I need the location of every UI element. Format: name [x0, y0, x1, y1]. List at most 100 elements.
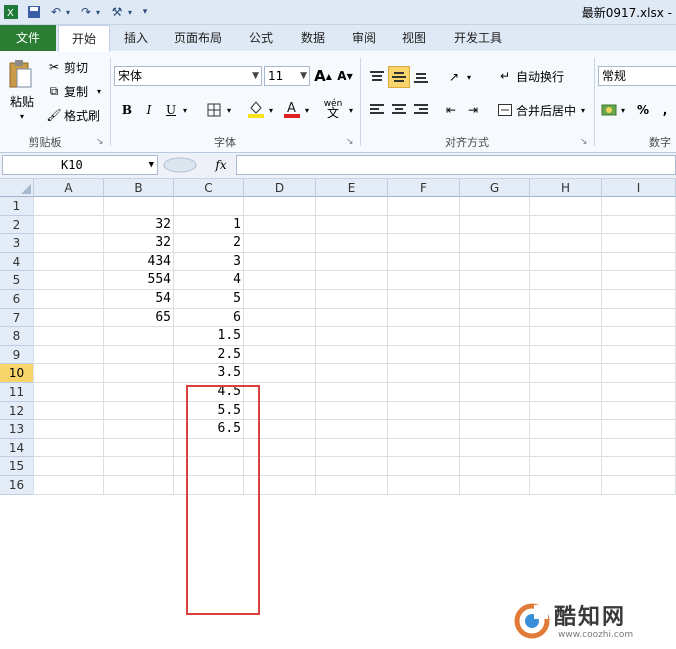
cell-b[interactable]: 54 [104, 290, 174, 309]
font-color-icon[interactable]: A [282, 98, 302, 120]
cell-b[interactable]: 434 [104, 253, 174, 272]
font-color-dropdown-icon[interactable]: ▾ [302, 100, 312, 120]
undo-icon[interactable]: ↶ [48, 3, 64, 21]
column-header-b[interactable]: B [104, 179, 174, 197]
tools-icon[interactable]: ⚒ [108, 3, 126, 21]
font-launcher-icon[interactable]: ↘ [346, 137, 354, 147]
border-icon[interactable] [204, 100, 224, 120]
row-header[interactable]: 7 [0, 308, 34, 328]
tab-insert[interactable]: 插入 [116, 25, 156, 51]
row-header[interactable]: 5 [0, 271, 34, 290]
spreadsheet-grid[interactable]: A B C D E F G H I 1 2 32 1 3 32 2 4 434 3 5 554 4 6 54… [0, 179, 676, 640]
phonetic-dropdown-icon[interactable]: ▾ [346, 100, 356, 120]
comma-style-button[interactable]: , [656, 100, 674, 120]
align-bottom-icon[interactable] [410, 66, 432, 88]
cell-b[interactable]: 32 [104, 234, 174, 253]
tab-file[interactable]: 文件 [0, 25, 56, 51]
redo-dropdown-icon[interactable]: ▾ [94, 3, 102, 21]
align-top-icon[interactable] [366, 66, 388, 88]
tab-data[interactable]: 数据 [292, 25, 334, 51]
percent-style-button[interactable]: % [634, 100, 652, 120]
cell-c[interactable]: 1 [174, 216, 244, 235]
underline-dropdown-icon[interactable]: ▾ [180, 100, 190, 120]
save-icon[interactable] [26, 3, 42, 21]
italic-button[interactable]: I [140, 100, 158, 120]
cell-b[interactable] [104, 476, 174, 495]
cell-b[interactable] [104, 197, 174, 216]
align-center-icon[interactable] [390, 100, 408, 120]
cell-b[interactable] [104, 327, 174, 346]
underline-button[interactable]: U [162, 100, 180, 120]
row-header[interactable]: 1 [0, 197, 34, 216]
cut-button[interactable]: 剪切 [64, 58, 96, 76]
cell-c[interactable]: 2.5 [174, 346, 244, 365]
column-header-g[interactable]: G [460, 179, 530, 197]
row-header[interactable]: 14 [0, 438, 34, 458]
copy-button[interactable]: 复制 [64, 82, 96, 100]
redo-icon[interactable]: ↷ [78, 3, 94, 21]
cell-b[interactable] [104, 364, 174, 383]
tab-page-layout[interactable]: 页面布局 [166, 25, 230, 51]
row-header[interactable]: 15 [0, 457, 34, 476]
cell-c[interactable] [174, 197, 244, 216]
column-header-a[interactable]: A [34, 179, 104, 197]
bold-button[interactable]: B [118, 100, 136, 120]
tools-dropdown-icon[interactable]: ▾ [126, 3, 134, 21]
cell-b[interactable]: 65 [104, 309, 174, 328]
tab-home[interactable]: 开始 [58, 25, 110, 53]
wrap-text-button[interactable]: 自动换行 [516, 66, 576, 86]
column-header-d[interactable]: D [244, 179, 316, 197]
row-header[interactable]: 8 [0, 327, 34, 346]
row-header[interactable]: 12 [0, 401, 34, 421]
name-box[interactable]: K10 ▼ [2, 155, 158, 175]
cell-b[interactable] [104, 346, 174, 365]
cell-c[interactable]: 2 [174, 234, 244, 253]
select-all-button[interactable] [0, 179, 34, 197]
formula-input[interactable] [236, 155, 676, 175]
row-header[interactable]: 2 [0, 215, 34, 235]
cell-c[interactable]: 3.5 [174, 364, 244, 383]
phonetic-guide-button[interactable]: wén 文 [320, 98, 346, 120]
alignment-launcher-icon[interactable]: ↘ [580, 137, 588, 147]
align-left-icon[interactable] [368, 100, 386, 120]
cell-c[interactable]: 1.5 [174, 327, 244, 346]
row-header[interactable]: 16 [0, 476, 34, 495]
decrease-indent-icon[interactable]: ⇤ [442, 100, 460, 120]
tab-review[interactable]: 审阅 [344, 25, 384, 51]
increase-indent-icon[interactable]: ⇥ [464, 100, 482, 120]
cell-c[interactable]: 3 [174, 253, 244, 272]
border-dropdown-icon[interactable]: ▾ [224, 100, 234, 120]
column-header-f[interactable]: F [388, 179, 460, 197]
align-right-icon[interactable] [412, 100, 430, 120]
chevron-down-icon[interactable]: ▼ [149, 156, 154, 174]
customize-toolbar-icon[interactable]: ▾ [140, 3, 150, 21]
column-header-e[interactable]: E [316, 179, 388, 197]
row-header[interactable]: 11 [0, 383, 34, 402]
merge-dropdown-icon[interactable]: ▾ [578, 100, 588, 120]
column-header-c[interactable]: C [174, 179, 244, 197]
row-header[interactable]: 13 [0, 420, 34, 439]
clipboard-launcher-icon[interactable]: ↘ [96, 137, 104, 147]
align-middle-icon[interactable] [388, 66, 410, 88]
cell-c[interactable]: 4 [174, 271, 244, 290]
paste-button[interactable]: 粘贴 [6, 92, 38, 110]
orientation-icon[interactable]: ↗ [444, 66, 464, 88]
merge-center-button[interactable]: 合并后居中 [516, 100, 578, 120]
row-header[interactable]: 6 [0, 290, 34, 309]
format-painter-button[interactable]: 格式刷 [64, 106, 106, 124]
merge-center-icon[interactable] [496, 100, 514, 120]
tab-view[interactable]: 视图 [394, 25, 434, 51]
format-painter-icon[interactable]: 🖌 [46, 106, 62, 124]
copy-icon[interactable]: ⧉ [46, 82, 62, 100]
undo-dropdown-icon[interactable]: ▾ [64, 3, 72, 21]
tab-formulas[interactable]: 公式 [240, 25, 282, 51]
cut-icon[interactable]: ✂ [46, 58, 62, 76]
accounting-format-icon[interactable] [600, 100, 618, 120]
cell-c[interactable]: 6 [174, 309, 244, 328]
cell-b[interactable] [104, 402, 174, 421]
font-size-combo[interactable]: 11 ▼ [264, 66, 310, 86]
fill-color-dropdown-icon[interactable]: ▾ [266, 100, 276, 120]
column-header-i[interactable]: I [602, 179, 676, 197]
tab-developer[interactable]: 开发工具 [446, 25, 510, 51]
insert-function-button[interactable]: fx [210, 156, 232, 174]
